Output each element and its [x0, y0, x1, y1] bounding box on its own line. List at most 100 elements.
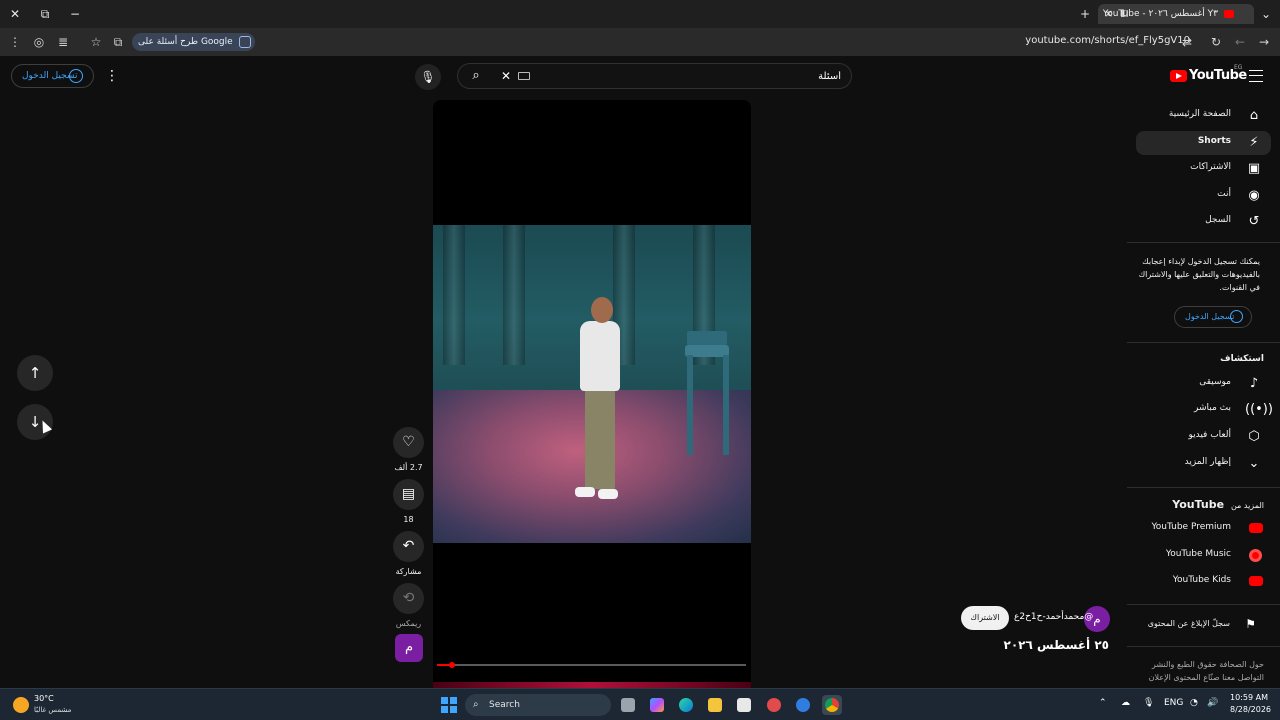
sidebar-item-label: إظهار المزيد — [1184, 457, 1231, 467]
sidebar-item-live[interactable]: بث مباشر ((•)) — [1136, 398, 1273, 422]
guide-menu-icon[interactable] — [1249, 70, 1263, 82]
sidebar-item-label: Shorts — [1197, 136, 1231, 146]
file-explorer-glyph — [708, 698, 722, 712]
share-action: ↶ مشاركة — [393, 531, 424, 576]
snipping-tool-icon[interactable] — [764, 695, 784, 715]
clock-time[interactable]: 10:59 AM — [1230, 693, 1268, 702]
url-text[interactable]: youtube.com/shorts/ef_Fly5gV10 — [1025, 35, 1190, 46]
search-input[interactable] — [541, 68, 841, 84]
taskbar-search[interactable]: ⌕ Search — [465, 694, 611, 716]
sidebar-item-label: السجل — [1205, 215, 1231, 225]
install-app-icon[interactable]: ⧉ — [109, 33, 127, 51]
sidebar-item-show-more[interactable]: إظهار المزيد ⌄ — [1136, 452, 1271, 476]
start-tile — [441, 706, 448, 713]
youtube-play-icon — [1170, 70, 1187, 82]
performer-head — [591, 297, 613, 323]
settings-kebab-icon[interactable]: ⋮ — [104, 66, 120, 86]
stool-back — [687, 331, 727, 345]
tray-overflow-chevron-icon[interactable]: ⌃ — [1099, 698, 1107, 708]
copilot-icon[interactable] — [647, 695, 667, 715]
copilot-glyph — [650, 698, 664, 712]
browser-tab-bar: ✕ ⧉ − + × ◧ Y٣ أغسطس ٢٠٢٦ - YouTube ⌄ — [0, 0, 1280, 28]
start-tile — [450, 697, 457, 704]
reading-list-icon[interactable]: ≣ — [54, 33, 72, 51]
bookmark-star-icon[interactable]: ☆ — [87, 33, 105, 51]
clock-date[interactable]: 8/28/2026 — [1230, 705, 1271, 714]
tab-list-chevron-icon[interactable]: ⌄ — [1257, 5, 1275, 23]
new-tab-icon[interactable]: + — [1076, 5, 1094, 23]
search-icon[interactable]: ⌕ — [458, 64, 494, 88]
signin-button[interactable]: تسجيل الدخول — [11, 64, 94, 88]
channel-handle[interactable]: @محمدأحمد-ح1ح2ع — [1014, 612, 1093, 622]
wifi-icon[interactable]: ◔ — [1190, 698, 1198, 708]
site-settings-icon[interactable]: ⇄ — [1178, 33, 1196, 51]
sidebar-signin-label: تسجيل الدخول — [1185, 312, 1235, 321]
ask-google-chip[interactable]: طرح أسئلة على Google — [132, 33, 255, 51]
close-window-icon[interactable]: ✕ — [6, 5, 24, 23]
sidebar-item-label: موسيقى — [1199, 377, 1231, 387]
sidebar-item-premium[interactable]: YouTube Premium — [1136, 517, 1271, 541]
comment-action: ▤ 18 — [393, 479, 424, 524]
store-icon[interactable] — [734, 695, 754, 715]
sidebar-item-shorts[interactable]: Shorts ⚡ — [1136, 131, 1271, 155]
sidebar-item-kids[interactable]: YouTube Kids — [1136, 570, 1271, 594]
reload-icon[interactable]: ↻ — [1207, 33, 1225, 51]
file-explorer-icon[interactable] — [705, 695, 725, 715]
like-heart-icon[interactable]: ♡ — [393, 427, 424, 458]
tray-mic-icon[interactable]: 🎙 — [1143, 698, 1154, 708]
youtube-kids-icon — [1249, 576, 1263, 586]
chrome-icon[interactable] — [822, 695, 842, 715]
report-history-link[interactable]: سجلّ الإبلاغ عن المحتوى ⚑ — [1140, 615, 1270, 635]
search-box: ⌕ ✕ — [457, 63, 852, 89]
sidebar-item-history[interactable]: السجل ↺ — [1136, 210, 1271, 234]
app-blue-glyph — [796, 698, 810, 712]
language-indicator[interactable]: ENG — [1164, 698, 1183, 708]
address-bar: ⋮ ◎ ≣ ☆ ⧉ طرح أسئلة على Google youtube.c… — [0, 28, 1280, 56]
cloud-sync-icon[interactable]: ☁ — [1121, 698, 1130, 708]
short-video-player[interactable] — [433, 100, 751, 688]
like-action: ♡ 2.7 ألف — [393, 427, 424, 472]
weather-temperature[interactable]: 30°C — [34, 694, 54, 703]
profile-icon[interactable]: ◎ — [30, 33, 48, 51]
weather-sun-icon[interactable] — [13, 697, 29, 713]
sidebar-item-gaming[interactable]: ألعاب فيديو ⬡ — [1136, 425, 1271, 449]
sidebar-item-home[interactable]: الصفحة الرئيسية ⌂ — [1136, 104, 1271, 128]
previous-short-button[interactable]: ↑ — [17, 355, 53, 391]
share-icon[interactable]: ↶ — [393, 531, 424, 562]
sidebar-divider — [1127, 604, 1280, 605]
voice-search-mic-icon[interactable]: 🎙 — [415, 64, 441, 90]
app-blue-icon[interactable] — [793, 695, 813, 715]
remix-icon[interactable]: ⟲ — [393, 583, 424, 614]
flag-icon: ⚑ — [1245, 617, 1256, 631]
menu-kebab-icon[interactable]: ⋮ — [6, 33, 24, 51]
sidebar-item-you[interactable]: أنت ◉ — [1136, 184, 1271, 208]
video-frame — [433, 225, 751, 543]
performer-body — [580, 321, 620, 391]
tab-youtube[interactable]: × ◧ Y٣ أغسطس ٢٠٢٦ - YouTube — [1098, 4, 1254, 24]
keyboard-icon[interactable] — [518, 72, 530, 80]
sidebar-item-music-app[interactable]: YouTube Music — [1136, 544, 1271, 568]
explore-heading: استكشاف — [1220, 354, 1264, 364]
back-icon[interactable]: → — [1255, 33, 1273, 51]
task-view-icon[interactable] — [618, 695, 638, 715]
channel-avatar-small[interactable]: م — [395, 634, 423, 662]
weather-description[interactable]: مشمس غالبًا — [34, 706, 71, 714]
chrome-glyph — [825, 698, 839, 712]
windows-start-icon[interactable] — [441, 697, 457, 713]
tab-search-icon[interactable]: ⧉ — [36, 5, 54, 23]
minimize-icon[interactable]: − — [66, 5, 84, 23]
video-progress-bar[interactable] — [437, 662, 746, 668]
sidebar-item-music[interactable]: موسيقى ♪ — [1136, 372, 1271, 396]
forward-icon[interactable]: ← — [1231, 33, 1249, 51]
sidebar-signin-button[interactable]: تسجيل الدخول — [1174, 306, 1252, 328]
footer-links[interactable]: حول الصحافة حقوق الطبع والنشر التواصل مع… — [1134, 658, 1264, 684]
volume-icon[interactable]: 🔊 — [1207, 698, 1218, 708]
sidebar-item-subscriptions[interactable]: الاشتراكات ▣ — [1136, 157, 1271, 181]
store-glyph — [737, 698, 751, 712]
edge-icon[interactable] — [676, 695, 696, 715]
curtain-fold — [443, 225, 465, 365]
comment-icon[interactable]: ▤ — [393, 479, 424, 510]
subscribe-button[interactable]: الاشتراك — [961, 606, 1009, 630]
clear-search-icon[interactable]: ✕ — [498, 64, 514, 88]
youtube-logo[interactable]: YouTube EG — [1170, 64, 1247, 86]
